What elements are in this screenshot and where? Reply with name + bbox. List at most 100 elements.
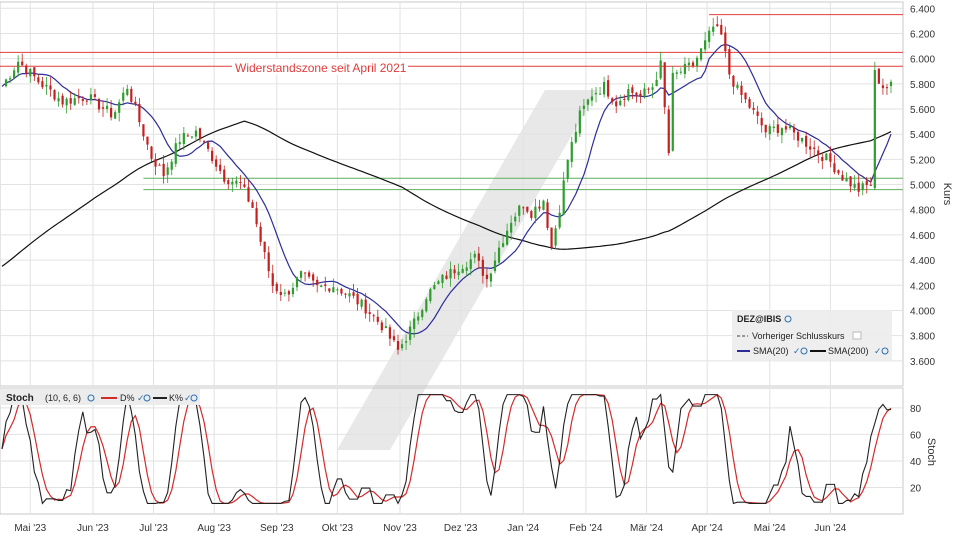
candle-body <box>61 95 64 105</box>
candle-body <box>590 96 594 101</box>
candle-body <box>154 159 157 167</box>
candle-body <box>122 92 125 101</box>
candle-body <box>25 65 28 75</box>
candle-body <box>720 24 723 35</box>
price-y-tick-label: 3.800 <box>910 332 935 343</box>
candle-body <box>41 81 44 88</box>
candle-body <box>198 128 202 140</box>
candle-body <box>635 92 638 96</box>
candle-body <box>291 287 295 295</box>
candle-body <box>506 230 509 245</box>
candle-body <box>344 293 347 295</box>
candle-body <box>235 180 238 184</box>
candle-body <box>732 75 735 87</box>
candle-body <box>663 62 666 108</box>
candle-body <box>352 292 355 296</box>
candle-body <box>889 81 893 87</box>
candle-body <box>740 85 743 95</box>
candle-body <box>231 181 234 185</box>
candle-body <box>243 184 246 187</box>
x-tick-label: Jun '24 <box>814 523 846 534</box>
candle-body <box>380 322 383 331</box>
candle-body <box>784 126 788 130</box>
candle-body <box>114 112 117 119</box>
price-y-tick-label: 5.800 <box>910 80 935 91</box>
candle-body <box>623 98 626 100</box>
candle-body <box>150 146 153 159</box>
candle-body <box>194 130 198 137</box>
candle-body <box>303 272 307 274</box>
candle-body <box>33 67 36 77</box>
candle-body <box>283 292 286 294</box>
candle-body <box>190 136 194 138</box>
stoch-d-label: D% <box>120 393 135 403</box>
candle-body <box>433 284 436 289</box>
price-y-tick-label: 4.400 <box>910 256 935 267</box>
candle-body <box>259 226 262 242</box>
candle-body <box>671 72 674 151</box>
x-tick-label: Dez '23 <box>444 523 478 534</box>
candle-body <box>53 90 56 100</box>
candle-body <box>421 309 424 318</box>
candle-body <box>247 187 250 202</box>
candle-body <box>364 299 367 314</box>
candle-body <box>667 109 670 154</box>
x-tick-label: Apr '24 <box>691 523 723 534</box>
candle-body <box>853 183 856 188</box>
candle-body <box>643 88 646 97</box>
candle-body <box>655 79 658 87</box>
x-tick-label: Mai '24 <box>754 523 786 534</box>
candle-body <box>126 88 129 95</box>
x-tick-label: Sep '23 <box>260 523 294 534</box>
legend-sma200-check-icon[interactable]: ✓ <box>874 346 882 356</box>
candle-body <box>687 62 691 66</box>
candle-body <box>392 336 396 341</box>
candle-body <box>162 163 165 177</box>
candle-body <box>752 107 755 110</box>
candle-body <box>336 289 339 291</box>
stoch-k-check-icon[interactable]: ✓ <box>184 393 192 403</box>
candle-body <box>768 126 771 135</box>
candle-body <box>413 318 416 329</box>
x-tick-label: Jan '24 <box>507 523 539 534</box>
candle-body <box>869 184 872 186</box>
candle-body <box>348 293 351 297</box>
stoch-y-tick-label: 60 <box>910 430 922 441</box>
candle-body <box>142 124 145 137</box>
candle-body <box>219 164 222 171</box>
price-y-tick-label: 6.400 <box>910 4 935 15</box>
candle-body <box>158 164 161 166</box>
candle-body <box>279 291 282 295</box>
stoch-d-check-icon[interactable]: ✓ <box>137 393 145 403</box>
candle-body <box>586 99 590 105</box>
price-y-axis-label: Kurs <box>941 183 953 206</box>
stoch-y-axis-label: Stoch <box>925 438 937 466</box>
legend-sma20-check-icon[interactable]: ✓ <box>793 346 801 356</box>
candle-body <box>340 288 343 294</box>
candle-body <box>481 259 484 276</box>
candle-body <box>299 271 303 278</box>
candle-body <box>566 159 569 179</box>
candle-body <box>206 142 210 149</box>
candle-body <box>788 126 792 129</box>
candle-body <box>409 326 412 340</box>
candle-body <box>497 247 501 263</box>
candle-body <box>134 101 137 105</box>
candle-body <box>837 170 840 174</box>
candle-body <box>813 147 816 149</box>
price-y-tick-label: 5.000 <box>910 181 935 192</box>
candle-body <box>825 153 828 161</box>
candle-body <box>675 72 678 74</box>
candle-body <box>376 316 379 322</box>
candle-body <box>360 299 363 307</box>
resistance-annotation: Widerstandszone seit April 2021 <box>235 61 407 75</box>
candle-body <box>17 61 20 73</box>
price-y-tick-label: 4.800 <box>910 206 935 217</box>
candle-body <box>417 316 420 321</box>
price-y-tick-label: 6.200 <box>910 29 935 40</box>
x-tick-label: Mär '24 <box>630 523 663 534</box>
candle-body <box>469 259 472 269</box>
legend-prev-close-checkbox[interactable] <box>852 331 862 340</box>
candle-body <box>461 268 464 273</box>
candle-body <box>166 167 169 175</box>
